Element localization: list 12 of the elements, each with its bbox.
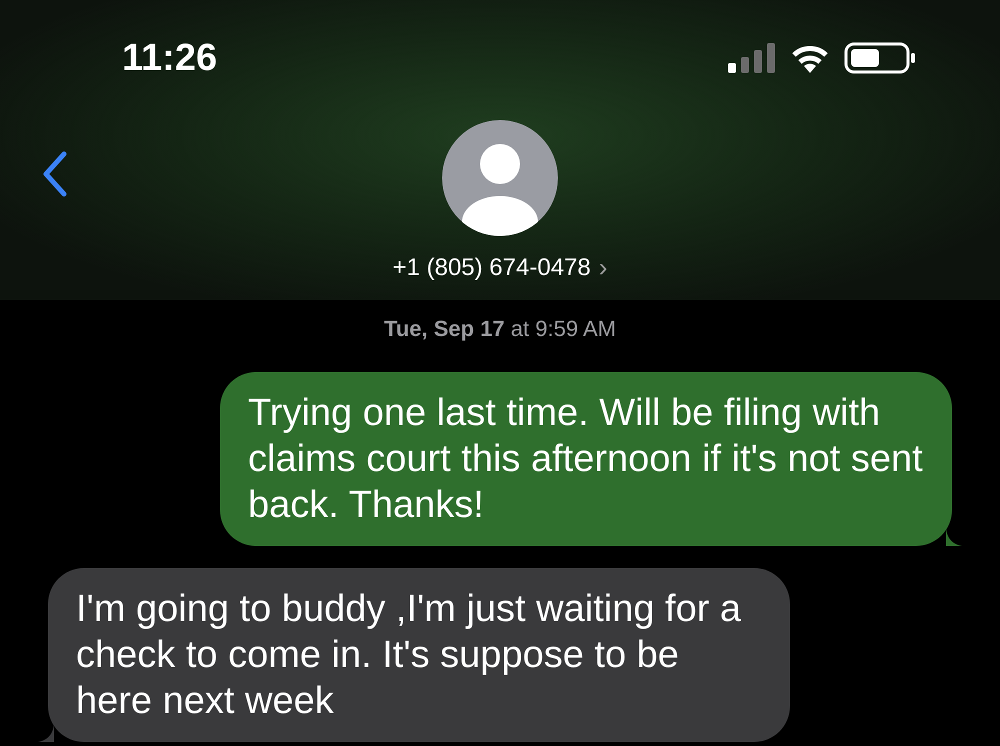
message-bubble: Trying one last time. Will be filing with claims court this afternoon if it's not sent back. Thanks!	[220, 372, 952, 546]
contact-number[interactable]: +1 (805) 674-0478	[392, 250, 591, 286]
wifi-icon	[790, 43, 830, 73]
chevron-icon: ›	[598, 248, 608, 287]
message-timestamp: Tue, Sep 17 at 9:59 AM	[384, 315, 616, 343]
status-time: 11:26	[122, 36, 218, 80]
bubble-tail-icon	[38, 724, 54, 742]
message-bubble: I'm going to buddy ,I'm just waiting for a check to come in. It's suppose to be here next week	[48, 568, 790, 742]
avatar-icon[interactable]	[442, 120, 558, 236]
signal-icon	[728, 43, 776, 73]
battery-icon	[844, 42, 916, 74]
bubble-tail-icon	[946, 528, 962, 546]
